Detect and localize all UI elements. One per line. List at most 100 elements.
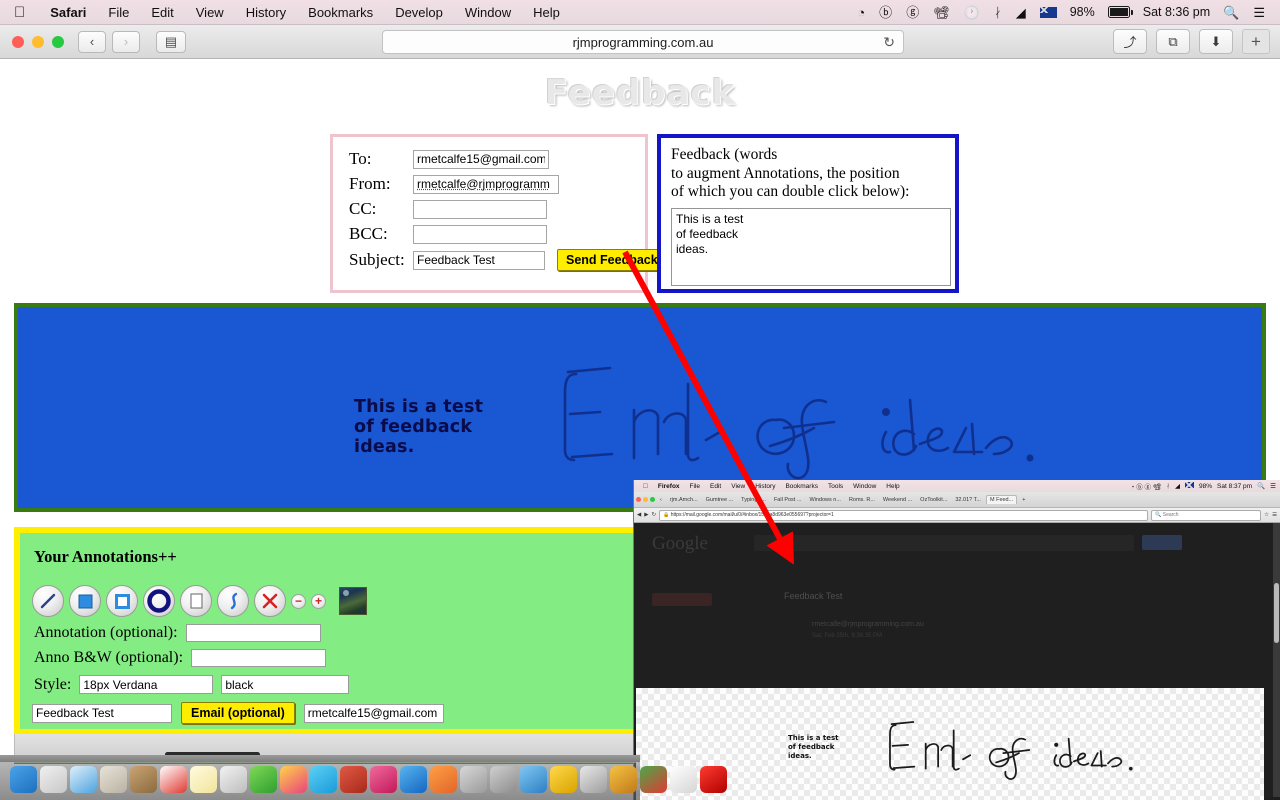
inner-menu-file[interactable]: File [685,483,705,490]
from-input[interactable] [413,174,559,194]
reload-icon[interactable]: ↻ [883,34,895,51]
itunes-icon[interactable] [370,766,397,793]
outlined-rect-tool[interactable] [106,585,138,617]
menu-bookmarks[interactable]: Bookmarks [297,5,384,20]
menu-develop[interactable]: Develop [384,5,454,20]
inner-minimize-button[interactable] [643,497,648,502]
notes-book-icon[interactable] [130,766,157,793]
minimize-button[interactable] [32,35,44,48]
address-bar[interactable]: rjmprogramming.com.au ↻ [382,30,904,54]
close-button[interactable] [12,35,24,48]
feedback-textarea[interactable]: This is a test of feedback ideas. [671,207,951,286]
firefox-tab-9[interactable]: 32.01? T... [952,496,984,504]
firefox-forward-icon[interactable]: ▶ [644,512,648,518]
line-tool[interactable] [32,585,64,617]
inner-close-button[interactable] [636,497,641,502]
gmail-search-bar[interactable] [754,535,1134,551]
sidebar-toggle-button[interactable]: ▤ [156,30,186,53]
opera-icon[interactable] [700,766,727,793]
back-button[interactable]: ‹ [78,30,106,53]
inner-menu-window[interactable]: Window [848,483,881,490]
wifi-icon[interactable]: ◢ [1009,6,1033,19]
inner-menu-view[interactable]: View [726,483,750,490]
chrome-icon[interactable] [640,766,667,793]
firefox-tab-7[interactable]: Weekend ... [880,496,915,504]
clockwise-icon[interactable]: ⓖ [899,6,926,19]
email-optional-button[interactable]: Email (optional) [181,702,295,724]
safari-icon[interactable] [70,766,97,793]
search-icon[interactable]: 🔍 [1216,6,1246,19]
inner-app-name[interactable]: Firefox [653,483,685,490]
annotation-input[interactable] [185,624,321,642]
anno-bw-input[interactable] [191,649,327,667]
inner-menu-bookmarks[interactable]: Bookmarks [780,483,823,490]
inner-menu-history[interactable]: History [750,483,780,490]
apple-icon[interactable]:  [0,5,39,20]
komodo-icon[interactable] [550,766,577,793]
inner-menu-tools[interactable]: Tools [823,483,848,490]
calendar-icon[interactable] [160,766,187,793]
menubar-app-name[interactable]: Safari [39,5,97,20]
send-feedback-button[interactable]: Send Feedback [557,249,667,271]
delete-tool[interactable] [254,585,286,617]
freehand-curve-tool[interactable] [217,585,249,617]
launchpad-icon[interactable] [40,766,67,793]
firefox-reload-icon[interactable]: ↻ [651,512,656,518]
forward-button[interactable]: › [112,30,140,53]
downloads-button[interactable]: ⬇ [1199,29,1233,54]
show-tabs-button[interactable]: ⧉ [1156,29,1190,54]
firefox-tab-6[interactable]: Roms. R... [846,496,878,504]
firefox-new-tab-button[interactable]: + [1019,496,1028,504]
menu-history[interactable]: History [235,5,297,20]
firefox-tab-5[interactable]: Windows n... [806,496,843,504]
bluetooth-icon[interactable]: ᛅ [987,6,1009,19]
firefox-tab-active[interactable]: M Feed... [985,495,1018,504]
menu-window[interactable]: Window [454,5,522,20]
gmail-search-button[interactable] [1142,535,1182,550]
firefox-tab-4[interactable]: Fall Post ... [771,496,805,504]
filled-rect-tool[interactable] [69,585,101,617]
inner-apple-icon[interactable]:  [638,483,653,490]
firefox-menu-icon[interactable]: ☰ [1272,512,1277,518]
firefox-tab-8[interactable]: OzToolkit... [917,496,950,504]
subject-input[interactable] [413,250,545,270]
menu-edit[interactable]: Edit [140,5,184,20]
flag-au-icon[interactable] [1033,6,1064,18]
gmail-attachment-preview[interactable]: This is a test of feedback ideas. [636,688,1264,800]
firefox-address-bar[interactable]: 🔒 https://mail.google.com/mail/u/0/#inbo… [659,509,1149,521]
style-font-input[interactable] [79,675,214,694]
annotation-email-input[interactable] [303,703,444,723]
firefox-tab-1[interactable]: rjm.Amch... [667,496,701,504]
new-tab-button[interactable]: + [1242,29,1270,54]
sketch-icon[interactable] [610,766,637,793]
facetime-icon[interactable] [250,766,277,793]
inner-zoom-button[interactable] [650,497,655,502]
firefox-tab-2[interactable]: Gumtree ... [703,496,737,504]
bartender-icon[interactable]: ⓑ [872,6,899,19]
preview-icon[interactable] [460,766,487,793]
firefox-bookmark-icon[interactable]: ☆ [1264,512,1269,518]
cc-input[interactable] [413,199,547,219]
inner-firefox-window-screenshot[interactable]:  Firefox File Edit View History Bookmar… [633,480,1280,800]
xcode-icon[interactable] [580,766,607,793]
style-color-input[interactable] [221,675,350,694]
airplay-audio-icon[interactable]: ◔ [850,6,872,19]
airplay-display-icon[interactable]: 📽 [926,6,957,19]
photos-icon[interactable] [280,766,307,793]
share-button[interactable]: ⤴ [1113,29,1147,54]
reminders-icon[interactable] [220,766,247,793]
background-image-thumbnail[interactable] [339,587,367,615]
menubar-clock[interactable]: Sat 8:36 pm [1137,5,1216,19]
inner-menu-help[interactable]: Help [881,483,904,490]
to-input[interactable] [413,149,549,169]
zoom-button[interactable] [52,35,64,48]
battery-charging-icon[interactable] [1101,6,1137,18]
menu-help[interactable]: Help [522,5,571,20]
contacts-icon[interactable] [100,766,127,793]
firefox-tab-3[interactable]: Typingcl... [738,496,769,504]
inner-menu-edit[interactable]: Edit [705,483,726,490]
ibooks-icon[interactable] [430,766,457,793]
document-icon[interactable] [670,766,697,793]
appstore-icon[interactable] [400,766,427,793]
gmail-compose-button[interactable] [652,593,712,606]
